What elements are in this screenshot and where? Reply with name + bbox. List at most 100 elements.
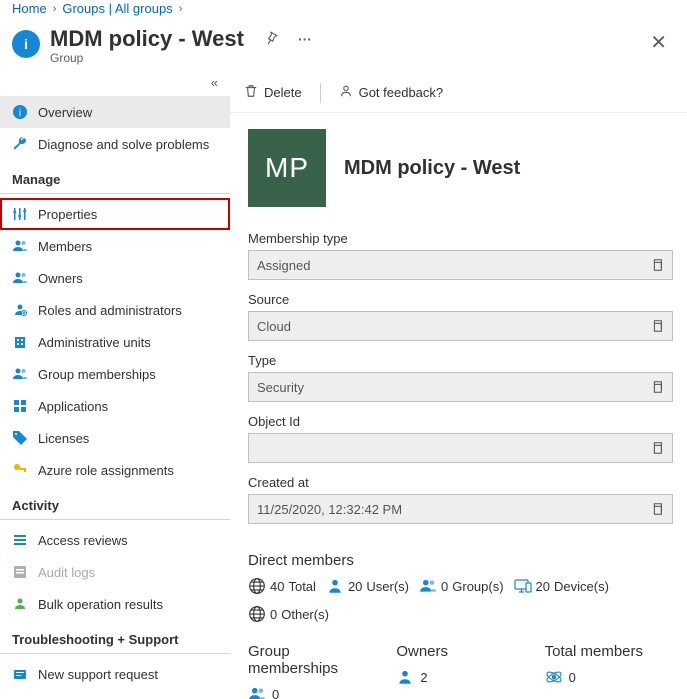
atom-icon <box>545 668 563 686</box>
count-value: 0 <box>569 670 576 685</box>
sidebar-section-manage: Manage <box>0 160 230 194</box>
sidebar-item-bulk-operations[interactable]: Bulk operation results <box>0 588 230 620</box>
sidebar-item-new-support[interactable]: New support request <box>0 658 230 690</box>
sidebar-item-label: Group memberships <box>38 367 156 382</box>
field-type[interactable]: Security <box>248 372 673 402</box>
close-icon[interactable]: ✕ <box>642 26 675 59</box>
field-label-type: Type <box>248 353 673 368</box>
stat-total[interactable]: 40 Total <box>248 577 316 595</box>
page-header: i MDM policy - West ··· Group ✕ <box>0 24 687 73</box>
sidebar-item-admin-units[interactable]: Administrative units <box>0 326 230 358</box>
sidebar-item-licenses[interactable]: Licenses <box>0 422 230 454</box>
user-icon <box>396 668 414 686</box>
sidebar-item-label: Administrative units <box>38 335 151 350</box>
field-source[interactable]: Cloud <box>248 311 673 341</box>
total-members-count[interactable]: 0 <box>545 668 673 686</box>
stat-count: 20 <box>536 579 550 594</box>
copy-icon[interactable] <box>650 502 664 516</box>
field-object-id[interactable] <box>248 433 673 463</box>
pin-icon[interactable] <box>264 31 278 48</box>
stat-count: 20 <box>348 579 362 594</box>
breadcrumb-home[interactable]: Home <box>12 1 47 16</box>
stat-suffix: User(s) <box>366 579 409 594</box>
field-value: Cloud <box>257 319 642 334</box>
stat-suffix: Group(s) <box>452 579 503 594</box>
sidebar-item-members[interactable]: Members <box>0 230 230 262</box>
collapse-sidebar-icon[interactable]: « <box>0 73 230 96</box>
sidebar-item-label: Azure role assignments <box>38 463 174 478</box>
globe-icon <box>248 605 266 623</box>
key-icon <box>12 462 28 478</box>
sidebar-section-activity: Activity <box>0 486 230 520</box>
trash-icon <box>244 84 258 101</box>
stat-count: 40 <box>270 579 284 594</box>
count-value: 2 <box>420 670 427 685</box>
sidebar-item-access-reviews[interactable]: Access reviews <box>0 524 230 556</box>
building-icon <box>12 334 28 350</box>
sidebar-item-label: Bulk operation results <box>38 597 163 612</box>
field-label-source: Source <box>248 292 673 307</box>
group-memberships-count[interactable]: 0 <box>248 685 376 699</box>
sidebar-item-azure-roles[interactable]: Azure role assignments <box>0 454 230 486</box>
total-members-title: Total members <box>545 643 673 660</box>
people-icon <box>12 238 28 254</box>
field-created-at[interactable]: 11/25/2020, 12:32:42 PM <box>248 494 673 524</box>
delete-label: Delete <box>264 85 302 100</box>
sidebar-item-applications[interactable]: Applications <box>0 390 230 422</box>
people-icon <box>248 685 266 699</box>
separator <box>320 83 321 103</box>
field-label-object-id: Object Id <box>248 414 673 429</box>
field-value: Security <box>257 380 642 395</box>
field-value: 11/25/2020, 12:32:42 PM <box>257 502 642 517</box>
copy-icon[interactable] <box>650 380 664 394</box>
svg-text:i: i <box>19 108 21 119</box>
chevron-right-icon: › <box>53 3 57 15</box>
copy-icon[interactable] <box>650 258 664 272</box>
stat-others[interactable]: 0 Other(s) <box>248 605 329 623</box>
feedback-label: Got feedback? <box>359 85 444 100</box>
globe-icon <box>248 577 266 595</box>
stat-count: 0 <box>270 607 277 622</box>
page-subtitle: Group <box>50 51 642 65</box>
sidebar-item-label: New support request <box>38 667 158 682</box>
stat-devices[interactable]: 20 Device(s) <box>514 577 609 595</box>
copy-icon[interactable] <box>650 319 664 333</box>
field-membership-type[interactable]: Assigned <box>248 250 673 280</box>
sidebar-item-roles[interactable]: Roles and administrators <box>0 294 230 326</box>
sidebar-item-overview[interactable]: i Overview <box>0 96 230 128</box>
sidebar-item-owners[interactable]: Owners <box>0 262 230 294</box>
sidebar-item-label: Audit logs <box>38 565 95 580</box>
copy-icon[interactable] <box>650 441 664 455</box>
people-icon <box>12 270 28 286</box>
sidebar-item-group-memberships[interactable]: Group memberships <box>0 358 230 390</box>
apps-icon <box>12 398 28 414</box>
people-icon <box>12 366 28 382</box>
stat-groups[interactable]: 0 Group(s) <box>419 577 504 595</box>
breadcrumb: Home › Groups | All groups › <box>0 0 687 24</box>
more-icon[interactable]: ··· <box>298 31 312 47</box>
sidebar-item-label: Access reviews <box>38 533 128 548</box>
chevron-right-icon: › <box>179 3 183 15</box>
logs-icon <box>12 564 28 580</box>
breadcrumb-groups[interactable]: Groups | All groups <box>62 1 172 16</box>
count-value: 0 <box>272 687 279 699</box>
sliders-icon <box>12 206 28 222</box>
direct-members-title: Direct members <box>248 552 673 569</box>
sidebar-section-support: Troubleshooting + Support <box>0 620 230 654</box>
owners-count[interactable]: 2 <box>396 668 524 686</box>
sidebar-item-audit-logs[interactable]: Audit logs <box>0 556 230 588</box>
delete-button[interactable]: Delete <box>244 84 302 101</box>
feedback-button[interactable]: Got feedback? <box>339 84 444 101</box>
stat-suffix: Device(s) <box>554 579 609 594</box>
sidebar-item-label: Roles and administrators <box>38 303 182 318</box>
people-icon <box>419 577 437 595</box>
sidebar-item-diagnose[interactable]: Diagnose and solve problems <box>0 128 230 160</box>
sidebar-item-label: Applications <box>38 399 108 414</box>
feedback-icon <box>339 84 353 101</box>
stat-users[interactable]: 20 User(s) <box>326 577 409 595</box>
sidebar-item-label: Overview <box>38 105 92 120</box>
info-icon: i <box>12 30 40 58</box>
list-icon <box>12 532 28 548</box>
sidebar-item-properties[interactable]: Properties <box>0 198 230 230</box>
sidebar-item-label: Licenses <box>38 431 89 446</box>
